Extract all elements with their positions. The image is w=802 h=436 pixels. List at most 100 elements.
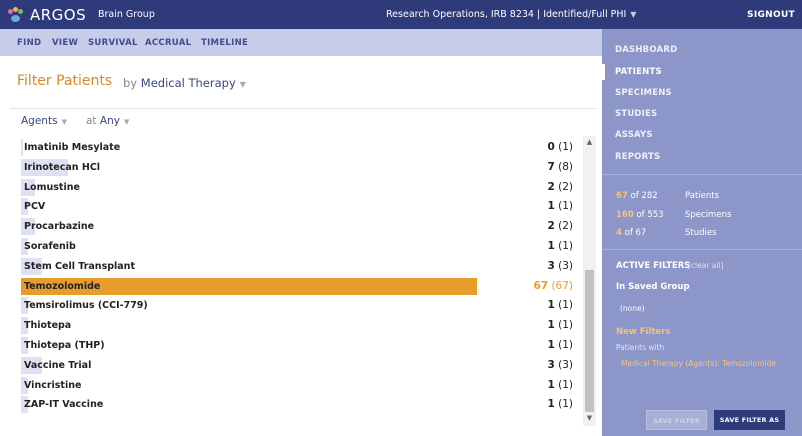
filter-criterion[interactable]: Medical Therapy (Agents): Temozolomide xyxy=(621,359,776,368)
agent-count: 1 (1) xyxy=(547,379,573,391)
agent-name: Thiotepa (THP) xyxy=(24,340,105,351)
sidebar-item-assays[interactable]: ASSAYS xyxy=(615,130,653,140)
tab-timeline[interactable]: TIMELINE xyxy=(201,38,248,48)
list-item[interactable]: Temsirolimus (CCI-779) 1 (1) xyxy=(21,296,581,315)
selected-count: 1 xyxy=(547,378,555,391)
tab-view[interactable]: VIEW xyxy=(52,38,78,48)
agent-count: 2 (2) xyxy=(547,181,573,193)
agent-list: Imatinib Mesylate 0 (1) Irinotecan HCl 7 (8… xyxy=(21,138,581,418)
agent-count: 1 (1) xyxy=(547,398,573,410)
app-logo[interactable]: ARGOS xyxy=(8,6,86,24)
total-count: (1) xyxy=(558,200,573,213)
selected-count: 1 xyxy=(547,240,555,252)
selected-count: 67 xyxy=(533,279,549,292)
agent-count: 1 (1) xyxy=(547,200,573,212)
list-item[interactable]: Irinotecan HCl 7 (8) xyxy=(21,158,581,177)
scroll-up-icon[interactable]: ▲ xyxy=(583,136,596,148)
agent-count: 67 (67) xyxy=(533,280,573,292)
agent-name: Thiotepa xyxy=(24,320,72,332)
agent-count: 1 (1) xyxy=(547,240,573,252)
field-selector[interactable]: Agents ▼ xyxy=(21,115,67,127)
total-count: (1) xyxy=(558,299,573,312)
agent-name: Vincristine xyxy=(24,379,82,391)
context-label: Research Operations, IRB 8234 | Identifi… xyxy=(386,9,627,20)
selected-count: 1 xyxy=(547,339,555,351)
sidebar-divider xyxy=(602,174,802,175)
sidebar-item-patients[interactable]: PATIENTS xyxy=(615,67,662,77)
total-count: (3) xyxy=(558,259,573,272)
list-item[interactable]: Lomustine 2 (2) xyxy=(21,178,581,197)
total-count: (3) xyxy=(558,358,573,371)
chevron-down-icon: ▼ xyxy=(61,118,67,126)
sidebar-item-studies[interactable]: STUDIES xyxy=(615,109,657,119)
total-count: (1) xyxy=(558,378,573,391)
active-filters-heading: ACTIVE FILTERS xyxy=(616,261,691,271)
total-count: (8) xyxy=(558,160,573,173)
top-bar: ARGOS Brain Group Research Operations, I… xyxy=(0,0,802,29)
save-filter-as-button[interactable]: SAVE FILTER AS xyxy=(714,410,785,430)
list-item[interactable]: Imatinib Mesylate 0 (1) xyxy=(21,138,581,157)
list-item[interactable]: Sorafenib 1 (1) xyxy=(21,237,581,256)
list-item[interactable]: Stem Cell Transplant 3 (3) xyxy=(21,257,581,276)
list-item[interactable]: Thiotepa 1 (1) xyxy=(21,316,581,335)
total-count: (1) xyxy=(558,141,573,153)
chevron-down-icon: ▼ xyxy=(630,10,637,19)
signout-link[interactable]: SIGNOUT xyxy=(747,10,795,20)
agent-count: 2 (2) xyxy=(547,220,573,232)
total-count: (1) xyxy=(558,240,573,252)
header-divider xyxy=(10,108,596,109)
stat-specimens-label: Specimens xyxy=(685,210,732,220)
filter-dimension-value: Medical Therapy xyxy=(140,76,236,90)
tab-survival[interactable]: SURVIVAL xyxy=(88,38,138,48)
list-item[interactable]: Procarbazine 2 (2) xyxy=(21,217,581,236)
agent-name: Sorafenib xyxy=(24,241,76,252)
scroll-down-icon[interactable]: ▼ xyxy=(583,412,596,424)
at-label: at xyxy=(86,115,97,127)
agent-count: 3 (3) xyxy=(547,260,573,272)
sidebar-item-dashboard[interactable]: DASHBOARD xyxy=(615,45,677,55)
stat-patients-label: Patients xyxy=(685,191,720,201)
total-count: (2) xyxy=(558,220,573,233)
tab-find[interactable]: FIND xyxy=(17,38,41,48)
agent-name: Lomustine xyxy=(24,181,80,193)
agent-name: Vaccine Trial xyxy=(24,359,92,371)
saved-group-value: (none) xyxy=(620,304,645,313)
save-filter-button[interactable]: SAVE FILTER xyxy=(646,410,707,430)
list-item[interactable]: Temozolomide 67 (67) xyxy=(21,277,581,296)
at-selector[interactable]: at Any ▼ xyxy=(86,115,129,127)
agent-name: Procarbazine xyxy=(24,221,95,233)
chevron-down-icon: ▼ xyxy=(239,80,246,89)
sidebar-item-reports[interactable]: REPORTS xyxy=(615,152,660,162)
agent-count: 0 (1) xyxy=(547,141,573,153)
list-item[interactable]: Vincristine 1 (1) xyxy=(21,376,581,395)
agent-name: ZAP-IT Vaccine xyxy=(24,399,104,411)
filter-by-selector[interactable]: by Medical Therapy ▼ xyxy=(123,76,246,90)
selected-count: 3 xyxy=(547,259,555,272)
group-selector[interactable]: Brain Group xyxy=(98,9,155,20)
stat-specimens-count: 160 of 553 xyxy=(616,210,664,220)
list-item[interactable]: Vaccine Trial 3 (3) xyxy=(21,356,581,375)
total-count: (1) xyxy=(558,339,573,351)
selected-count: 1 xyxy=(547,299,555,312)
new-filters-heading: New Filters xyxy=(616,327,671,337)
list-scrollbar[interactable]: ▲ ▼ xyxy=(583,136,596,426)
agent-name: Imatinib Mesylate xyxy=(24,142,121,153)
count-bar xyxy=(21,139,23,156)
clear-all-link[interactable]: [clear all] xyxy=(688,261,724,270)
by-label: by xyxy=(123,76,138,90)
context-selector[interactable]: Research Operations, IRB 8234 | Identifi… xyxy=(386,9,636,20)
selected-count: 7 xyxy=(547,160,555,173)
sidebar-item-specimens[interactable]: SPECIMENS xyxy=(615,88,672,98)
total-count: (1) xyxy=(558,319,573,332)
scrollbar-thumb[interactable] xyxy=(585,270,594,412)
agent-count: 1 (1) xyxy=(547,319,573,331)
list-item[interactable]: PCV 1 (1) xyxy=(21,197,581,216)
selected-count: 0 xyxy=(547,141,555,153)
tab-accrual[interactable]: ACCRUAL xyxy=(145,38,191,48)
stat-studies-count: 4 of 67 xyxy=(616,228,647,238)
list-item[interactable]: Thiotepa (THP) 1 (1) xyxy=(21,336,581,355)
total-count: (1) xyxy=(558,398,573,411)
right-sidebar: DASHBOARD PATIENTS SPECIMENS STUDIES ASS… xyxy=(602,29,802,436)
agent-name: Irinotecan HCl xyxy=(24,161,101,173)
list-item[interactable]: ZAP-IT Vaccine 1 (1) xyxy=(21,395,581,414)
